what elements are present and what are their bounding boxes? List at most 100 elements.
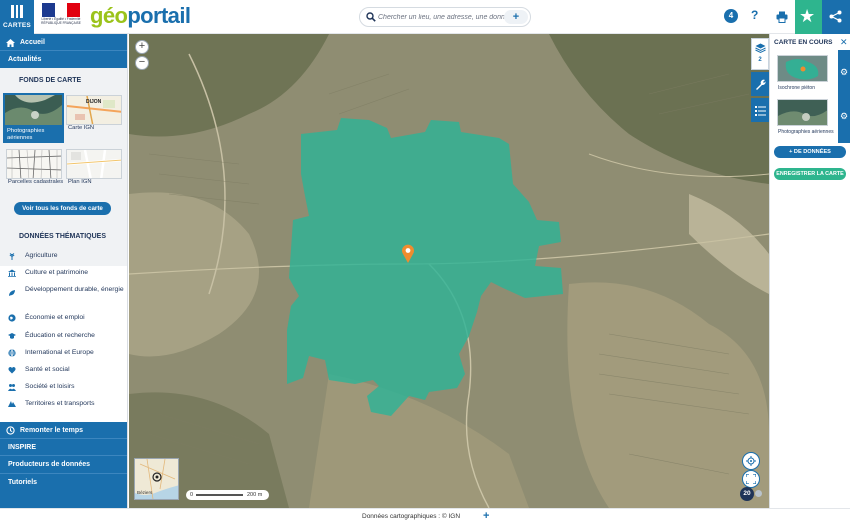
search-add-button[interactable]: + (504, 10, 528, 24)
home-icon (6, 39, 15, 47)
cartes-menu-label: CARTES (3, 22, 31, 29)
layer-thumbnail (777, 55, 828, 82)
republique-francaise-logo[interactable]: Liberté • Égalité • Fraternité RÉPUBLIQU… (40, 3, 82, 31)
bottom-bar: Données cartographiques : © IGN + (0, 508, 850, 525)
theme-developpement-durable[interactable]: Développement durable, énergie (25, 285, 127, 294)
nav-inspire[interactable]: INSPIRE (0, 439, 127, 456)
theme-economie-emploi[interactable]: Économie et emploi (25, 313, 125, 322)
aerial-photo (129, 34, 769, 508)
fonds-de-carte-title: FONDS DE CARTE (19, 77, 82, 84)
menu-bars-icon (11, 5, 23, 18)
layer-label: Isochrone piéton (778, 85, 815, 91)
layers-icon (755, 43, 766, 54)
brand-part-portail: portail (127, 3, 191, 28)
theme-territoires-transports[interactable]: Territoires et transports (25, 399, 125, 408)
layer-settings-button[interactable]: ⚙ (838, 50, 850, 99)
fullscreen-icon (746, 474, 756, 484)
layer-card-isochrone[interactable]: Isochrone piéton (774, 55, 839, 99)
share-icon (829, 10, 842, 23)
current-map-title: CARTE EN COURS (774, 39, 833, 46)
nav-producteurs[interactable]: Producteurs de données (0, 456, 127, 474)
health-icon (8, 366, 16, 374)
background-label: Carte IGN (68, 125, 95, 131)
save-map-button[interactable]: ENREGISTRER LA CARTE (774, 168, 846, 180)
left-panel: Accueil Actualités FONDS DE CARTE Photog… (0, 34, 128, 508)
nav-actualites-label: Actualités (8, 56, 42, 63)
attribution-more-button[interactable]: + (483, 510, 489, 522)
scale-line (196, 494, 243, 496)
transport-icon (8, 401, 16, 407)
geolocate-button[interactable] (742, 452, 760, 470)
scale-zero: 0 (190, 492, 194, 498)
background-plan-ign[interactable] (66, 149, 122, 179)
geoportail-app: CARTES Liberté • Égalité • Fraternité RÉ… (0, 0, 850, 525)
nav-inspire-label: INSPIRE (8, 444, 37, 451)
zoom-level-dot (755, 490, 762, 497)
theme-international-europe[interactable]: International et Europe (25, 348, 125, 357)
geoportail-logo[interactable]: géoportail (90, 3, 191, 29)
map-view[interactable]: + − Béziers 0 200 m 20 2 (129, 34, 769, 508)
theme-culture-patrimoine[interactable]: Culture et patrimoine (25, 268, 125, 277)
nav-remonter-label: Remonter le temps (20, 427, 84, 434)
gear-icon: ⚙ (840, 111, 849, 121)
layer-card-photographies[interactable]: Photographies aériennes (774, 99, 839, 143)
nav-actualites[interactable]: Actualités (0, 51, 127, 68)
nav-remonter-le-temps[interactable]: Remonter le temps (0, 422, 127, 439)
background-parcelles[interactable] (6, 149, 62, 179)
scale-bar: 0 200 m (186, 490, 269, 500)
scale-label: 200 m (247, 492, 263, 498)
fullscreen-button[interactable] (742, 470, 760, 488)
share-button[interactable] (822, 0, 850, 34)
favorites-button[interactable]: ★ (795, 0, 822, 34)
donnees-thematiques-title: DONNÉES THÉMATIQUES (19, 233, 106, 240)
nav-tutoriels[interactable]: Tutoriels (0, 474, 127, 492)
energy-icon (9, 290, 15, 296)
overview-map[interactable]: Béziers (134, 458, 179, 500)
theme-agriculture[interactable]: Agriculture (25, 251, 125, 260)
layers-tool-button[interactable]: 2 (751, 38, 769, 70)
background-carte-ign[interactable]: DIJON (66, 95, 122, 125)
attribution-text: Données cartographiques : © IGN (362, 513, 461, 520)
search-icon (366, 12, 376, 22)
theme-education-recherche[interactable]: Éducation et recherche (25, 331, 125, 340)
print-icon (776, 11, 788, 23)
theme-sante-social[interactable]: Santé et social (25, 365, 125, 374)
overview-city-label: Béziers (137, 490, 153, 495)
zoom-in-button[interactable]: + (135, 40, 149, 54)
layer-settings-button[interactable]: ⚙ (838, 94, 850, 143)
voir-tous-fonds-button[interactable]: Voir tous les fonds de carte (14, 202, 111, 215)
globe-icon (8, 314, 16, 322)
nav-tutoriels-label: Tutoriels (8, 479, 38, 486)
notification-badge[interactable]: 4 (724, 9, 738, 23)
background-photographies[interactable]: Photographies aériennes (3, 93, 64, 143)
nav-blank-footer (0, 492, 127, 508)
theme-societe-loisirs[interactable]: Société et loisirs (25, 382, 125, 391)
tool-column: 2 (751, 34, 769, 122)
current-map-panel: CARTE EN COURS ✕ Isochrone piéton ⚙ Phot… (769, 34, 850, 508)
location-marker-icon[interactable] (401, 244, 415, 264)
layers-count: 2 (758, 57, 762, 63)
zoom-out-button[interactable]: − (135, 56, 149, 70)
close-icon[interactable]: ✕ (840, 37, 848, 48)
tools-wrench-button[interactable] (751, 72, 769, 96)
wrench-icon (756, 79, 766, 90)
carte-ign-thumb-text: DIJON (86, 99, 102, 105)
society-icon (8, 384, 16, 391)
help-button[interactable]: ? (751, 8, 758, 22)
layer-label: Photographies aériennes (778, 129, 834, 135)
legend-list-button[interactable] (751, 98, 769, 122)
rf-logo-text: Liberté • Égalité • Fraternité RÉPUBLIQU… (41, 17, 81, 25)
history-icon (6, 426, 15, 435)
overview-locate-icon (152, 472, 162, 482)
brand-part-geo: géo (90, 3, 128, 28)
nav-accueil[interactable]: Accueil (0, 34, 127, 51)
wheat-icon (9, 253, 15, 260)
star-icon: ★ (799, 6, 816, 26)
photo-thumbnail (5, 95, 62, 125)
cartes-menu-button[interactable]: CARTES (0, 0, 34, 34)
layer-thumbnail (777, 99, 828, 126)
add-data-button[interactable]: + DE DONNÉES (774, 146, 846, 158)
print-button[interactable] (776, 10, 788, 28)
search-input[interactable] (378, 11, 506, 24)
background-label: Parcelles cadastrales (8, 179, 64, 185)
